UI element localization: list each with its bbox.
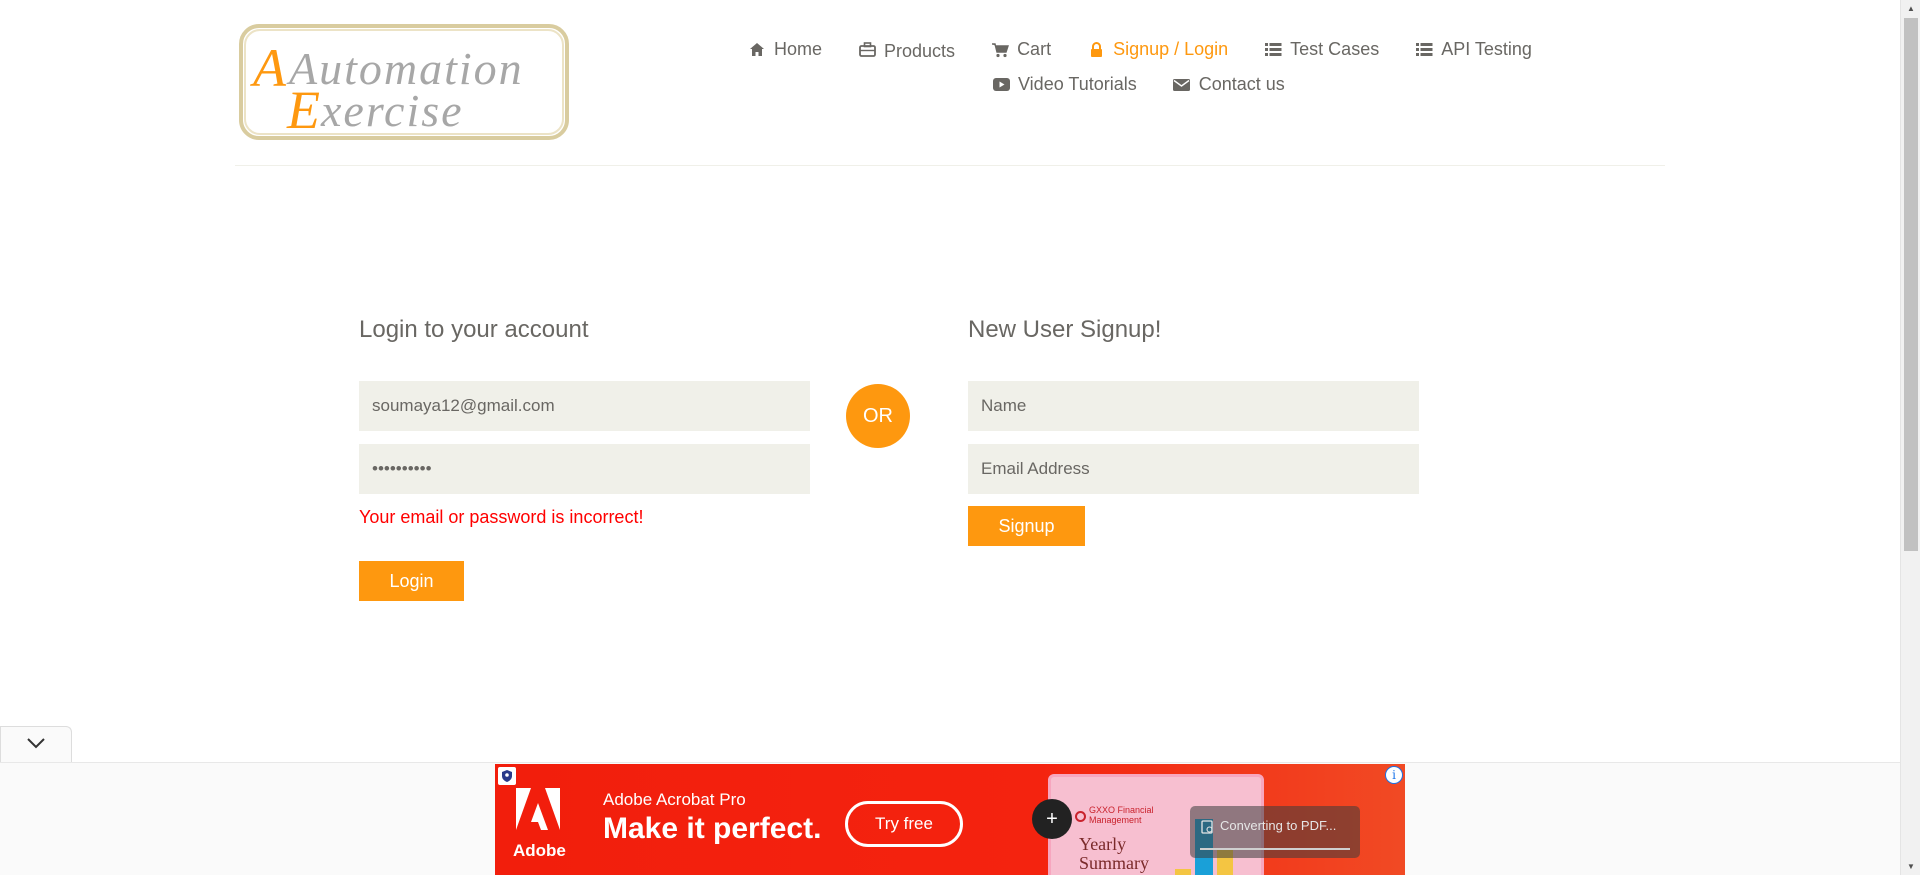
scroll-thumb[interactable] [1904, 18, 1918, 551]
login-email-input[interactable] [359, 381, 810, 431]
nav-cart-label: Cart [1017, 39, 1052, 59]
nav-cart[interactable]: Cart [991, 39, 1051, 60]
ad-progress-bar [1200, 848, 1350, 850]
nav-test-cases[interactable]: Test Cases [1264, 39, 1379, 60]
cart-icon [991, 41, 1010, 59]
ad-card-title-line2: Summary [1079, 853, 1149, 873]
or-badge: OR [846, 384, 910, 448]
lock-icon [1087, 41, 1105, 59]
ad-headline: Make it perfect. [603, 812, 822, 845]
nav-signup-login[interactable]: Signup / Login [1087, 39, 1228, 60]
pdf-icon [1201, 820, 1213, 834]
page-scrollbar[interactable]: ▲ ▼ [1900, 0, 1920, 875]
adobe-logo-icon: Adobe [513, 786, 566, 866]
site-logo[interactable]: A Automation E xercise [239, 24, 569, 140]
nav-video-tutorials-label: Video Tutorials [1018, 74, 1137, 94]
svg-text:A: A [250, 38, 287, 98]
signup-title: New User Signup! [968, 316, 1162, 343]
nav-contact-us[interactable]: Contact us [1173, 74, 1285, 95]
home-icon [748, 41, 766, 59]
signup-name-input[interactable] [968, 381, 1419, 431]
ad-try-free-button[interactable]: Try free [845, 801, 963, 847]
nav-home-label: Home [774, 39, 823, 59]
adobe-logo-text: Adobe [513, 841, 566, 860]
scroll-up-arrow-icon[interactable]: ▲ [1901, 0, 1920, 17]
nav-products[interactable]: Products [858, 37, 955, 62]
ad-card-title-line1: Yearly [1079, 834, 1127, 854]
site-header: A Automation E xercise Home Products Car… [235, 0, 1665, 166]
nav-api-testing-label: API Testing [1441, 39, 1532, 59]
ad-shield-icon [498, 767, 516, 785]
chevron-down-icon [26, 736, 46, 754]
ad-brand: Adobe Acrobat Pro [603, 790, 746, 809]
signup-email-input[interactable] [968, 444, 1419, 494]
nav-home[interactable]: Home [748, 39, 822, 60]
ad-card-logo-icon [1075, 811, 1086, 822]
ad-converting-overlay: Converting to PDF... [1190, 806, 1360, 858]
nav-contact-us-label: Contact us [1198, 74, 1285, 94]
list-icon [1264, 41, 1282, 59]
signup-button[interactable]: Signup [968, 506, 1085, 546]
svg-text:E: E [286, 80, 320, 140]
list-icon [1415, 41, 1433, 59]
login-password-input[interactable] [359, 444, 810, 494]
ad-collapse-toggle[interactable] [0, 726, 72, 762]
nav-products-label: Products [884, 41, 956, 61]
nav-signup-login-label: Signup / Login [1113, 39, 1229, 59]
ad-plus-button[interactable]: + [1032, 799, 1072, 839]
adobe-ad[interactable]: Adobe Adobe Acrobat Pro Make it perfect.… [495, 764, 1405, 875]
nav-test-cases-label: Test Cases [1290, 39, 1380, 59]
nav-video-tutorials[interactable]: Video Tutorials [992, 74, 1137, 95]
youtube-icon [992, 76, 1010, 94]
envelope-icon [1173, 76, 1191, 94]
ad-card-company: GXXO Financial Management [1089, 805, 1154, 825]
ad-card-title: Yearly Summary [1079, 835, 1149, 873]
ad-info-icon[interactable]: i [1385, 766, 1403, 784]
ad-converting-text: Converting to PDF... [1220, 818, 1337, 833]
scroll-down-arrow-icon[interactable]: ▼ [1901, 858, 1920, 875]
login-title: Login to your account [359, 316, 589, 343]
login-error-message: Your email or password is incorrect! [359, 507, 644, 527]
svg-text:xercise: xercise [320, 85, 464, 136]
login-button[interactable]: Login [359, 561, 464, 601]
nav-api-testing[interactable]: API Testing [1415, 39, 1532, 60]
briefcase-icon [858, 41, 876, 59]
